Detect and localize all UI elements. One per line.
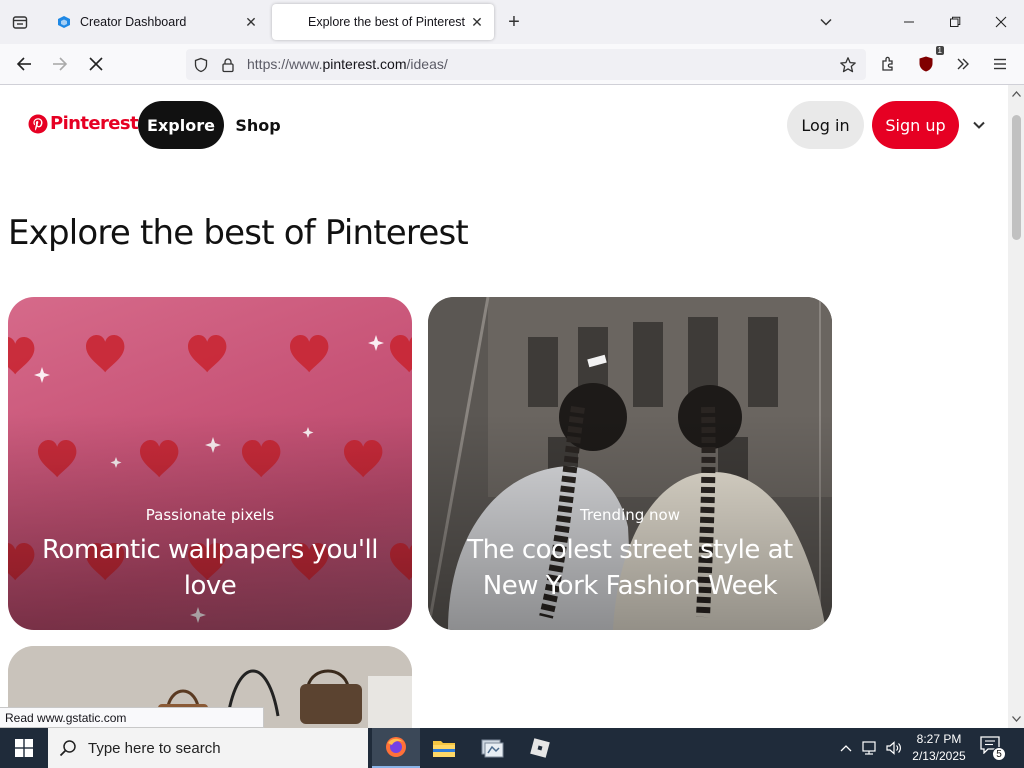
scroll-up-icon[interactable] <box>1008 87 1024 101</box>
windows-start-icon[interactable] <box>0 728 48 768</box>
tab-strip: Creator Dashboard ✕ Explore the best of … <box>0 0 1024 44</box>
back-arrow-icon[interactable] <box>10 50 38 78</box>
shield-icon[interactable] <box>191 55 211 75</box>
url-scheme: https://www. <box>247 56 323 72</box>
tab-list-icon[interactable] <box>8 10 32 34</box>
extension-badge: 1 <box>935 46 944 55</box>
tab-title: Creator Dashboard <box>80 15 187 29</box>
search-placeholder: Type here to search <box>88 739 221 757</box>
loading-favicon-icon <box>284 14 300 30</box>
app-icon[interactable] <box>468 728 516 768</box>
card-kicker: Passionate pixels <box>145 506 275 524</box>
ublock-icon[interactable]: 1 <box>912 46 944 78</box>
card-heading: Romantic wallpapers you'll love <box>42 535 378 601</box>
logo-text: Pinterest <box>50 113 139 134</box>
forward-arrow-icon[interactable] <box>46 50 74 78</box>
roblox-icon[interactable] <box>516 728 564 768</box>
clock-time: 8:27 PM <box>916 732 962 746</box>
navigation-toolbar: https://www.pinterest.com/ideas/ 1 <box>0 44 1024 85</box>
dashboard-favicon-icon <box>56 14 72 30</box>
card-caption: Trending now The coolest street style at… <box>428 506 832 604</box>
nav-shop-link[interactable]: Shop <box>228 101 288 149</box>
firefox-icon[interactable] <box>372 728 420 768</box>
overflow-icon[interactable] <box>949 50 977 78</box>
tab-pinterest[interactable]: Explore the best of Pinterest ✕ <box>272 4 494 40</box>
close-icon[interactable]: ✕ <box>240 11 262 33</box>
chevron-down-icon[interactable] <box>966 113 992 137</box>
notification-count: 5 <box>992 747 1006 761</box>
tab-title: Explore the best of Pinterest <box>308 15 466 29</box>
page-scrollbar[interactable] <box>1008 85 1024 728</box>
url-bar[interactable]: https://www.pinterest.com/ideas/ <box>186 49 866 80</box>
idea-card-street-style[interactable]: Trending now The coolest street style at… <box>428 297 832 630</box>
pinterest-logo[interactable]: Pinterest <box>28 113 139 134</box>
pinterest-logo-icon <box>28 114 48 133</box>
nav-explore-button[interactable]: Explore <box>138 101 224 149</box>
minimize-icon[interactable] <box>886 0 932 44</box>
login-button[interactable]: Log in <box>787 101 864 149</box>
url-text[interactable]: https://www.pinterest.com/ideas/ <box>247 56 448 72</box>
menu-icon[interactable] <box>986 50 1014 78</box>
chevron-down-icon[interactable] <box>814 10 838 34</box>
taskbar: Type here to search 8:27 PM 2/13/2025 5 <box>0 728 1024 768</box>
close-window-icon[interactable] <box>978 0 1024 44</box>
url-path: /ideas/ <box>406 56 448 72</box>
lock-icon[interactable] <box>218 55 238 75</box>
card-kicker: Trending now <box>580 506 680 524</box>
stop-loading-icon[interactable] <box>82 50 110 78</box>
close-icon[interactable]: ✕ <box>466 11 488 33</box>
extensions-icon[interactable] <box>874 50 902 78</box>
restore-icon[interactable] <box>932 0 978 44</box>
status-bar: Read www.gstatic.com <box>0 707 264 728</box>
card-heading: The coolest street style at New York Fas… <box>467 535 793 601</box>
notification-icon[interactable]: 5 <box>980 736 1006 761</box>
chevron-up-icon[interactable] <box>836 738 856 758</box>
scrollbar-thumb[interactable] <box>1012 115 1021 240</box>
page-title: Explore the best of Pinterest <box>8 213 469 253</box>
search-icon <box>48 739 88 757</box>
scroll-down-icon[interactable] <box>1008 712 1024 726</box>
taskbar-search[interactable]: Type here to search <box>48 728 368 768</box>
network-icon[interactable] <box>860 738 880 758</box>
url-host: pinterest.com <box>322 56 407 72</box>
card-caption: Passionate pixels Romantic wallpapers yo… <box>8 506 412 604</box>
star-icon[interactable] <box>838 55 858 75</box>
signup-button[interactable]: Sign up <box>872 101 959 149</box>
taskbar-clock[interactable]: 8:27 PM 2/13/2025 <box>906 731 972 765</box>
volume-icon[interactable] <box>884 738 904 758</box>
file-explorer-icon[interactable] <box>420 728 468 768</box>
tab-creator-dashboard[interactable]: Creator Dashboard ✕ <box>44 4 268 40</box>
clock-date: 2/13/2025 <box>912 749 966 763</box>
idea-card-romantic-wallpapers[interactable]: Passionate pixels Romantic wallpapers yo… <box>8 297 412 630</box>
page-viewport: Pinterest Explore Shop Log in Sign up Ex… <box>0 85 1008 728</box>
plus-icon[interactable]: + <box>502 10 526 34</box>
